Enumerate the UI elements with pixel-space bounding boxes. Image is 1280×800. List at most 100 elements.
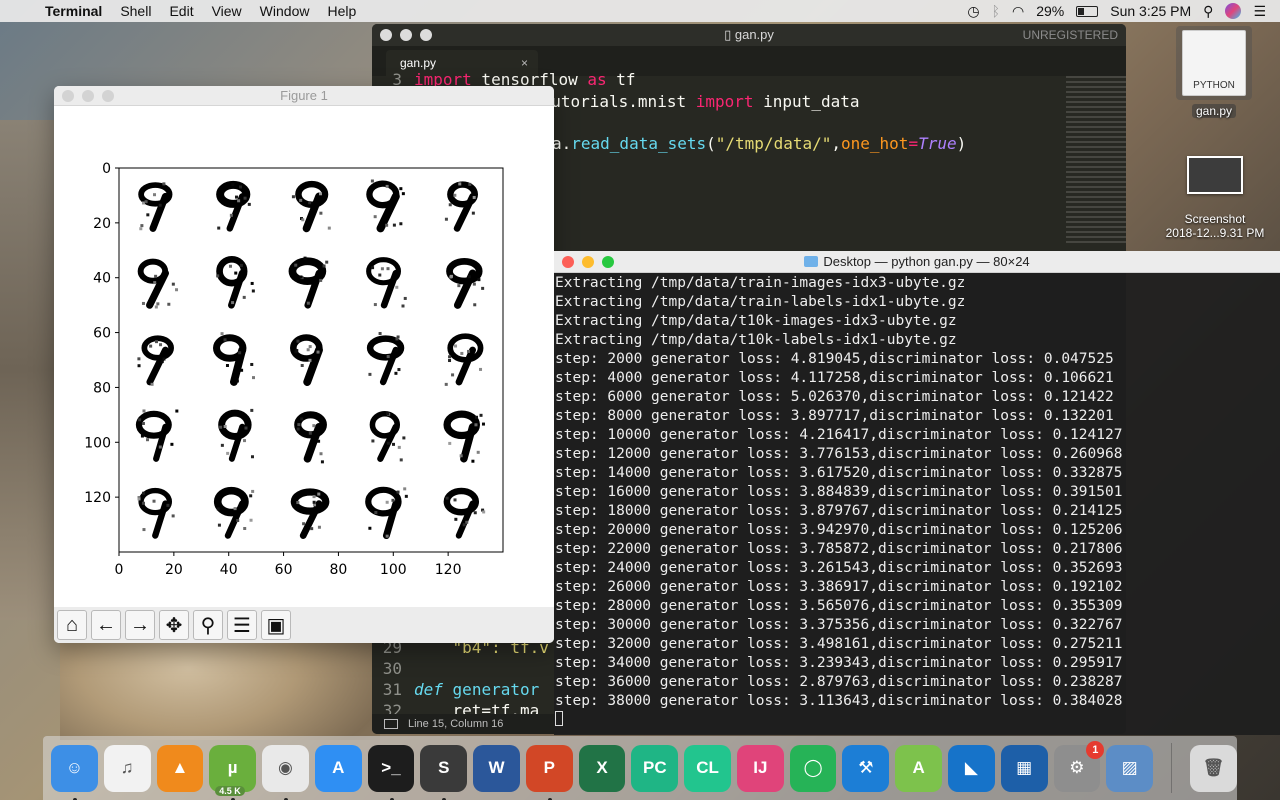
dock-chrome[interactable]: ◉ [262,744,309,800]
dock-terminal[interactable]: >_ [367,744,415,800]
dock-clion[interactable]: CL [684,744,731,792]
digit-pixel [149,344,153,348]
digit-pixel [392,442,396,446]
digit-pixel [153,193,157,197]
y-tick-label: 0 [102,161,111,177]
digit-pixel [319,192,323,196]
time-machine-icon[interactable]: ◷ [967,3,979,20]
y-tick-label: 100 [84,435,111,451]
digit-pixel [171,514,175,518]
terminal-titlebar[interactable]: Desktop — python gan.py — 80×24 [554,251,1280,273]
tab-close-icon[interactable]: × [521,56,528,70]
dock-pycharm[interactable]: PC [631,744,679,792]
bluetooth-icon[interactable]: ᛒ [992,3,1000,19]
digit-pixel [141,201,145,205]
dock-spinner-app[interactable]: ◯ [789,744,837,792]
zoom-button[interactable]: ⚲ [193,610,223,640]
forward-button[interactable]: → [125,610,155,640]
dock-finder[interactable]: ☺ [51,744,98,800]
digit-pixel [481,422,485,426]
digit-pixel [371,266,375,270]
save-button[interactable]: ▣ [261,610,291,640]
y-tick-label: 80 [93,380,111,396]
dock-trash[interactable]: 🗑 [1190,744,1237,792]
digit-pixel [322,264,326,268]
dock-preview[interactable]: ▨ [1106,744,1154,792]
dock-app-store[interactable]: A [314,744,362,792]
menu-app-name[interactable]: Terminal [36,3,111,19]
dock-powerpoint[interactable]: P [525,744,573,800]
digit-pixel [445,496,449,500]
back-button[interactable]: ← [91,610,121,640]
y-tick-label: 20 [93,216,111,232]
digit-pixel [394,371,398,375]
battery-icon[interactable] [1076,5,1099,17]
digit-pixel [395,348,399,352]
terminal-output[interactable]: Extracting /tmp/data/train-images-idx3-u… [555,274,1280,735]
dock-sublime-text[interactable]: S [420,744,468,800]
digit-pixel [137,497,141,501]
spotlight-icon[interactable]: ⚲ [1203,3,1213,20]
digit-pixel [448,441,452,445]
digit-pixel [242,295,246,299]
terminal-line: step: 10000 generator loss: 4.216417,dis… [555,427,1123,443]
dock-excel[interactable]: X [578,744,626,792]
dock-vlc[interactable]: ▲ [156,744,204,792]
dock-virtualbox[interactable]: ▦ [1000,744,1048,792]
matplotlib-figure-window[interactable]: Figure 1 0 20 40 60 80 100 120 0 20 40 60 80 100 120 … [54,86,554,643]
digit-pixel [158,445,162,449]
battery-percent[interactable]: 29% [1036,3,1064,19]
dock-intellij[interactable]: IJ [736,744,784,792]
digit-pixel [252,376,256,380]
digit-pixel [300,363,304,367]
move-icon: ✥ [165,614,183,637]
digit-pixel [159,343,163,347]
digit-pixel [141,421,145,425]
dock-system-preferences[interactable]: ⚙ 1 [1053,740,1105,792]
notification-center-icon[interactable]: ☰ [1253,3,1266,20]
home-button[interactable]: ⌂ [57,610,87,640]
dock-xcode[interactable]: ⚒ [842,744,890,792]
terminal-line: step: 2000 generator loss: 4.819045,disc… [555,351,1114,367]
terminal-line: step: 6000 generator loss: 5.026370,disc… [555,389,1114,405]
menu-edit[interactable]: Edit [160,3,202,19]
terminal-window[interactable]: Desktop — python gan.py — 80×24 Extracti… [554,251,1280,735]
digit-pixel [319,452,323,456]
pycharm-icon: PC [642,758,667,777]
figure-titlebar[interactable]: Figure 1 [54,86,554,106]
editor-titlebar[interactable]: ▯ gan.py UNREGISTERED [372,24,1126,46]
digit-pixel [477,278,481,282]
digit-pixel [225,364,229,368]
pan-button[interactable]: ✥ [159,610,189,640]
dock-utorrent[interactable]: µ 4.5 K [209,744,257,800]
desktop-screenshot[interactable]: Screenshot 2018-12...9.31 PM [1158,156,1272,240]
x-tick-label: 80 [330,562,348,578]
dock-android-studio[interactable]: A [895,744,943,792]
digit-pixel [171,282,175,286]
wifi-icon[interactable]: ◠ [1012,3,1024,20]
digit-pixel [306,348,310,352]
panel-toggle-icon[interactable] [384,719,398,729]
menu-help[interactable]: Help [318,3,365,19]
digit-pixel [386,267,390,271]
menu-window[interactable]: Window [251,3,319,19]
unregistered-label: UNREGISTERED [1022,28,1118,42]
menu-view[interactable]: View [203,3,251,19]
subplots-button[interactable]: ☰ [227,610,257,640]
dock-word[interactable]: W [473,744,520,792]
digit-pixel [403,296,407,300]
siri-icon[interactable] [1225,3,1242,19]
digit-pixel [399,187,403,191]
digit-pixel [296,339,300,343]
dock-wireshark[interactable]: ◣ [948,744,995,792]
clock[interactable]: Sun 3:25 PM [1110,3,1191,19]
plot-canvas[interactable]: 0 20 40 60 80 100 120 0 20 40 60 80 100 120 [54,106,554,606]
digit-pixel [373,303,377,307]
minimap[interactable] [1066,76,1126,246]
menu-shell[interactable]: Shell [111,3,160,19]
digit-pixel [397,445,401,449]
dock-itunes[interactable]: ♫ [103,744,151,792]
desktop-file-gan-py[interactable]: PYTHON gan.py [1176,26,1252,118]
digit-pixel [144,200,148,204]
digit-pixel [170,442,174,446]
